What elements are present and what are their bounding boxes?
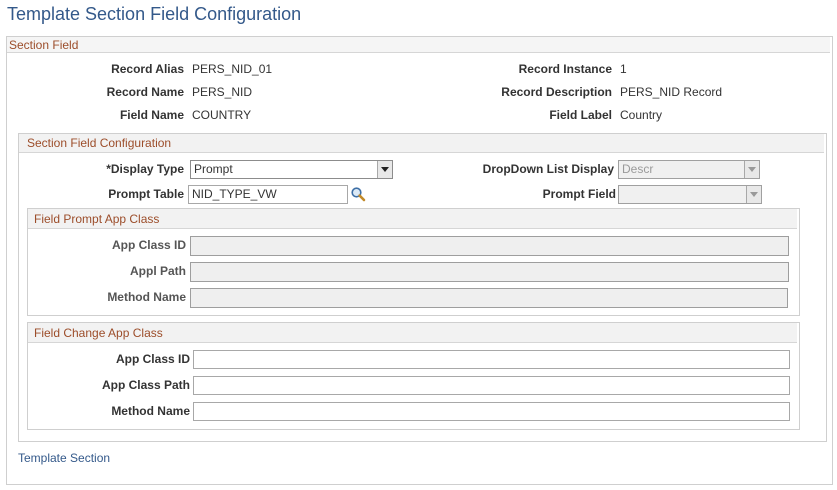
page-title: Template Section Field Configuration [7,4,302,24]
magnifier-icon[interactable] [350,186,366,202]
prompt-app-class-id-label: App Class ID [111,238,186,252]
display-type-label: *Display Type [106,162,184,176]
chevron-down-icon[interactable] [377,161,392,178]
dropdown-display-select: Descr [618,160,760,179]
record-alias-value: PERS_NID_01 [192,62,273,76]
record-instance-value: 1 [620,62,627,76]
change-method-name-label: Method Name [111,404,190,418]
change-app-class-header: Field Change App Class [28,323,797,343]
change-method-name-input[interactable] [193,402,790,421]
record-name-value: PERS_NID [192,85,253,99]
record-alias-label: Record Alias [111,62,184,76]
prompt-field-label: Prompt Field [542,187,616,201]
prompt-app-class-header: Field Prompt App Class [28,209,797,229]
record-description-value: PERS_NID Record [620,85,723,99]
config-header: Section Field Configuration [19,134,824,153]
change-app-class-path-input[interactable] [193,376,790,395]
record-description-label: Record Description [501,85,612,99]
prompt-appl-path-label: Appl Path [130,264,186,278]
change-app-class-path-label: App Class Path [101,378,190,392]
prompt-field-select [618,185,762,204]
prompt-appl-path-input [190,262,789,282]
prompt-table-input[interactable]: NID_TYPE_VW [188,185,348,204]
dropdown-display-label: DropDown List Display [482,162,614,176]
prompt-table-label: Prompt Table [108,187,184,201]
prompt-app-class-id-input [190,236,789,256]
change-app-class-id-label: App Class ID [115,352,190,366]
section-field-header: Section Field [7,37,830,53]
display-type-select[interactable]: Prompt [190,160,393,179]
prompt-method-name-label: Method Name [107,290,186,304]
display-type-value: Prompt [194,162,233,176]
chevron-down-icon [746,186,761,203]
field-label-label: Field Label [549,108,612,122]
field-name-label: Field Name [119,108,184,122]
field-label-value: Country [620,108,663,122]
prompt-method-name-input [190,288,788,308]
dropdown-display-value: Descr [622,162,654,176]
chevron-down-icon [744,161,759,178]
record-name-label: Record Name [106,85,184,99]
record-instance-label: Record Instance [518,62,612,76]
template-section-link[interactable]: Template Section [18,451,110,465]
change-app-class-id-input[interactable] [193,350,790,369]
field-name-value: COUNTRY [192,108,252,122]
